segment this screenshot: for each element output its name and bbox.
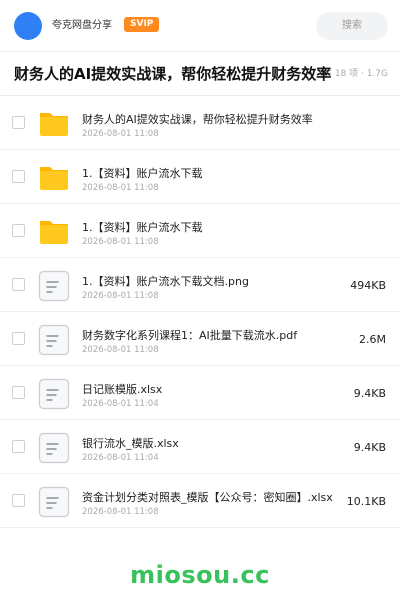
file-row[interactable]: 1.【资料】账户流水下载文档.png 2026-08-01 11:08 494KB — [0, 258, 400, 312]
row-checkbox[interactable] — [12, 278, 25, 291]
file-name[interactable]: 财务数字化系列课程1：AI批量下载流水.pdf — [82, 329, 297, 343]
row-checkbox[interactable] — [12, 494, 25, 507]
file-name[interactable]: 资金计划分类对照表_模版【公众号：密知圈】.xlsx — [82, 491, 333, 505]
file-date: 2026-08-01 11:08 — [82, 237, 159, 247]
file-date: 2026-08-01 11:08 — [82, 291, 159, 301]
row-checkbox[interactable] — [12, 386, 25, 399]
row-checkbox[interactable] — [12, 170, 25, 183]
file-name[interactable]: 财务人的AI提效实战课，帮你轻松提升财务效率 — [82, 113, 313, 127]
file-date: 2026-08-01 11:08 — [82, 129, 159, 139]
svip-badge: SVIP — [124, 17, 160, 32]
folder-icon — [40, 221, 68, 244]
file-date: 2026-08-01 11:08 — [82, 507, 159, 517]
folder-title-bar: 共 18 项 · 1.7G 财务人的AI提效实战课，帮你轻松提升财务效率 — [0, 52, 400, 96]
page: 夸克网盘分享 SVIP 搜索 共 18 项 · 1.7G 财务人的AI提效实战课… — [0, 0, 400, 600]
row-checkbox[interactable] — [12, 116, 25, 129]
file-row[interactable]: 1.【资料】账户流水下载 2026-08-01 11:08 — [0, 204, 400, 258]
file-size: 10.1KB — [346, 495, 386, 508]
file-size: 2.6M — [359, 333, 386, 346]
row-checkbox[interactable] — [12, 440, 25, 453]
file-size: 494KB — [350, 279, 386, 292]
document-icon — [38, 378, 70, 410]
file-name[interactable]: 银行流水_模版.xlsx — [82, 437, 179, 451]
file-name[interactable]: 日记账模版.xlsx — [82, 383, 162, 397]
folder-summary: 共 18 项 · 1.7G — [322, 69, 388, 79]
document-icon — [38, 432, 70, 464]
file-row[interactable]: 1.【资料】账户流水下载 2026-08-01 11:08 — [0, 150, 400, 204]
document-icon — [38, 324, 70, 356]
header: 夸克网盘分享 SVIP 搜索 — [0, 0, 400, 52]
file-size: 9.4KB — [353, 441, 386, 454]
file-date: 2026-08-01 11:08 — [82, 183, 159, 193]
search-input[interactable]: 搜索 — [316, 12, 388, 40]
avatar[interactable] — [14, 12, 42, 40]
file-name[interactable]: 1.【资料】账户流水下载文档.png — [82, 275, 249, 289]
file-name[interactable]: 1.【资料】账户流水下载 — [82, 221, 203, 235]
watermark-text: miosou.cc — [130, 561, 270, 589]
document-icon — [38, 486, 70, 518]
document-icon — [38, 270, 70, 302]
page-title: 财务人的AI提效实战课，帮你轻松提升财务效率 — [14, 65, 332, 83]
file-name[interactable]: 1.【资料】账户流水下载 — [82, 167, 203, 181]
file-date: 2026-08-01 11:08 — [82, 345, 159, 355]
file-row[interactable]: 财务人的AI提效实战课，帮你轻松提升财务效率 2026-08-01 11:08 — [0, 96, 400, 150]
file-size: 9.4KB — [353, 387, 386, 400]
file-row[interactable]: 银行流水_模版.xlsx 2026-08-01 11:04 9.4KB — [0, 420, 400, 474]
file-row[interactable]: 日记账模版.xlsx 2026-08-01 11:04 9.4KB — [0, 366, 400, 420]
row-checkbox[interactable] — [12, 224, 25, 237]
file-date: 2026-08-01 11:04 — [82, 453, 159, 463]
file-list: 财务人的AI提效实战课，帮你轻松提升财务效率 2026-08-01 11:08 1.… — [0, 96, 400, 528]
folder-icon — [40, 113, 68, 136]
folder-icon — [40, 167, 68, 190]
site-name: 夸克网盘分享 — [52, 20, 112, 31]
file-row[interactable]: 财务数字化系列课程1：AI批量下载流水.pdf 2026-08-01 11:08 2… — [0, 312, 400, 366]
file-row[interactable]: 资金计划分类对照表_模版【公众号：密知圈】.xlsx 2026-08-01 11:… — [0, 474, 400, 528]
row-checkbox[interactable] — [12, 332, 25, 345]
file-date: 2026-08-01 11:04 — [82, 399, 159, 409]
